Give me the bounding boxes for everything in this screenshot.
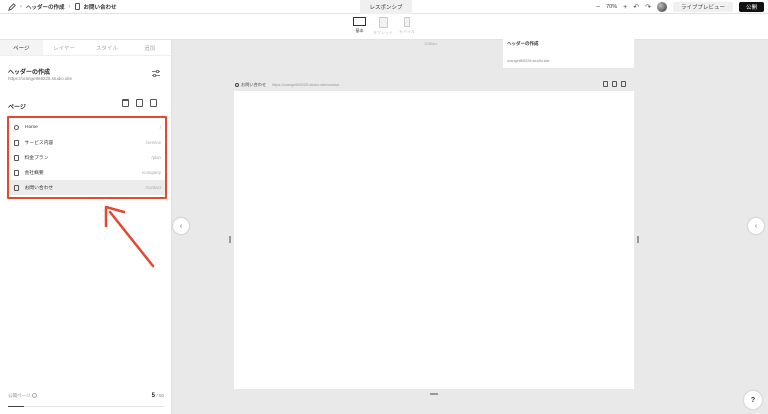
resize-handle-bottom[interactable] [430,393,438,395]
page-item-slug: /contact [145,185,161,190]
page-item-slug: /plan [151,155,161,160]
tab-layers[interactable]: レイヤー [43,40,86,55]
device-bar: 基本 タブレット モバイル [0,14,768,40]
device-desktop[interactable]: 基本 [353,17,366,34]
zoom-in-button[interactable]: + [623,4,627,11]
add-page-icon[interactable] [150,99,157,107]
responsive-tab[interactable]: レスポンシブ [360,0,412,14]
avatar[interactable] [656,2,667,12]
undo-button[interactable]: ↶ [633,3,639,11]
tab-pages[interactable]: ページ [0,40,43,55]
zoom-out-button[interactable]: − [596,4,600,11]
page-item-contact[interactable]: お問い合わせ /contact [9,180,165,195]
page-frame-header: お問い合わせ https://orange869228.studio.site/… [235,80,634,90]
add-page-icon[interactable] [621,81,626,87]
resize-handle-right[interactable] [637,236,639,243]
page-count: 5 / 50 [151,393,164,399]
preview-title: ヘッダーの作成 [507,41,539,46]
device-mobile[interactable]: モバイル [399,17,415,35]
sidebar: ページ レイヤー スタイル 追加 ヘッダーの作成 https://orange8… [0,40,172,414]
page-count-footer: 公開ページ 5 / 50 [8,393,164,399]
page-item-slug: / [159,125,161,130]
page-item-label: 料金プラン [24,156,49,161]
duplicate-page-icon[interactable] [612,81,617,87]
home-icon [14,125,19,130]
device-tablet[interactable]: タブレット [373,17,393,36]
pages-heading: ページ [8,105,26,111]
edit-icon[interactable] [8,2,16,11]
mobile-icon [404,17,410,27]
chevron-right-icon: › [68,3,71,10]
device-label: 基本 [355,28,364,33]
trash-icon[interactable] [122,99,129,107]
page-icon [14,184,19,191]
frame-url: https://orange869228.studio.site/contact [272,83,340,87]
publish-button[interactable]: 公開 [738,2,764,12]
chevron-left-icon: ‹ [754,222,758,230]
expand-panel-button[interactable]: ‹ [748,218,764,234]
zoom-level[interactable]: 70% [606,4,617,10]
sidebar-tabs: ページ レイヤー スタイル 追加 [0,40,171,56]
device-label: タブレット [373,30,393,35]
page-item-home[interactable]: Home / [9,120,165,135]
frame-actions [603,81,626,87]
home-page-preview[interactable]: ヘッダーの作成 orange869228.studio.site [503,35,634,68]
published-pages-label: 公開ページ [8,393,38,399]
page-icon [74,3,80,10]
page-item-label: お問い合わせ [24,186,54,191]
chevron-right-icon: › [20,3,22,10]
page-canvas[interactable] [234,91,634,389]
page-item-slug: /company [141,170,161,175]
device-label: モバイル [399,29,415,34]
page-icon [14,139,19,146]
preview-url: orange869228.studio.site [507,59,550,63]
tablet-icon [378,17,388,28]
canvas-width-label: 1280px [424,41,438,46]
page-item-label: 会社概要 [24,171,44,176]
page-count-progress [8,406,164,407]
tab-add[interactable]: 追加 [128,40,171,55]
page-count-progress-fill [8,406,24,407]
site-title: ヘッダーの作成 [8,70,51,76]
page-actions [122,99,157,107]
help-button[interactable]: ? [744,391,762,409]
resize-handle-left[interactable] [229,236,231,243]
help-circle-icon[interactable] [32,393,38,399]
breadcrumb-page[interactable]: お問い合わせ [84,3,117,11]
page-list: Home / サービス内容 /service 料金プラン /plan 会社概要 … [7,116,167,199]
page-icon [14,154,19,161]
collapse-sidebar-button[interactable]: ‹ [173,218,189,234]
desktop-icon [353,17,366,26]
live-preview-button[interactable]: ライブプレビュー [672,2,733,12]
page-item-slug: /service [145,140,161,145]
page-item-plan[interactable]: 料金プラン /plan [9,150,165,165]
page-item-company[interactable]: 会社概要 /company [9,165,165,180]
settings-sliders-icon[interactable] [152,70,160,77]
top-bar: › ヘッダーの作成 › お問い合わせ レスポンシブ − 70% + ↶ ↷ ライ… [0,0,768,14]
chevron-left-icon: ‹ [179,222,183,230]
duplicate-page-icon[interactable] [136,99,143,107]
frame-title[interactable]: お問い合わせ [241,82,266,88]
site-url: https://orange869228.studio.site [8,76,73,81]
globe-icon [235,83,239,87]
breadcrumb: › ヘッダーの作成 › お問い合わせ [0,2,360,11]
page-item-label: Home [25,125,38,130]
redo-button[interactable]: ↷ [645,3,651,11]
tab-styles[interactable]: スタイル [86,40,129,55]
page-item-label: サービス内容 [24,141,54,146]
trash-icon[interactable] [603,81,608,87]
page-item-service[interactable]: サービス内容 /service [9,135,165,150]
page-icon [14,169,19,176]
breadcrumb-site[interactable]: ヘッダーの作成 [26,3,65,11]
